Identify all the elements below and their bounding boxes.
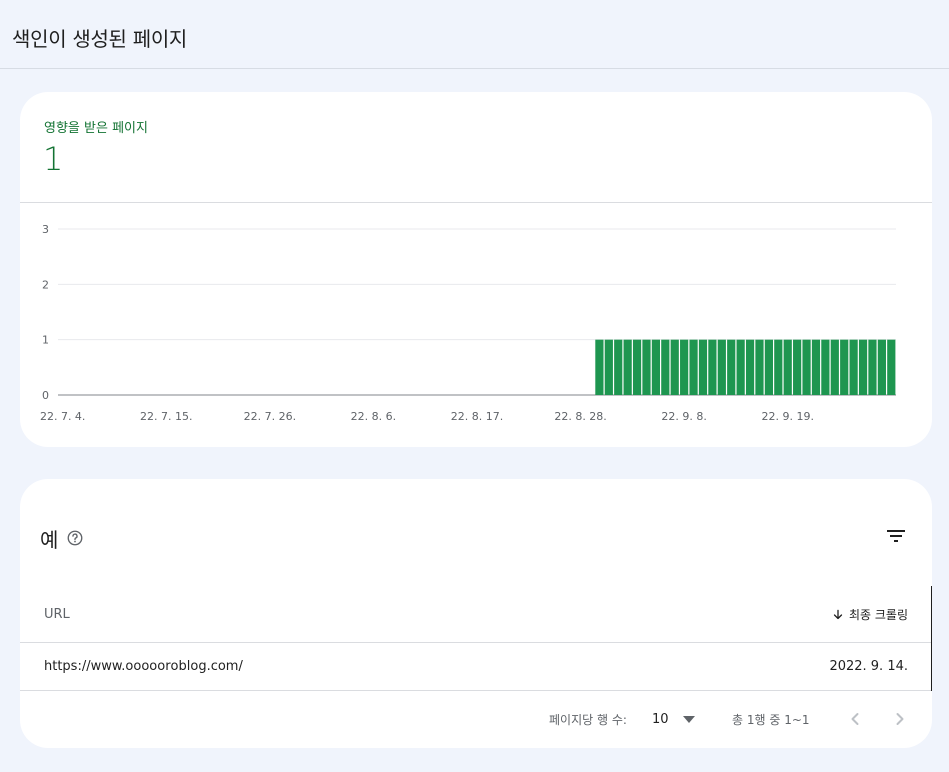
chart-bar [745,339,755,395]
x-tick-label: 22. 8. 6. [351,410,396,423]
y-tick-label: 3 [42,223,49,236]
chart-bar [736,339,745,395]
chart-bar [840,339,849,395]
chart-bar [698,339,708,395]
rows-per-page-select[interactable]: 10 [652,709,698,729]
chart-bar [689,339,698,395]
chevron-right-icon[interactable] [888,707,912,731]
column-header-last-crawl[interactable]: 최종 크롤링 [831,606,908,623]
chart-bar [708,339,717,395]
x-tick-label: 22. 7. 26. [244,410,296,423]
affected-pages-label: 영향을 받은 페이지 [44,121,148,136]
row-last-crawl: 2022. 9. 14. [829,659,908,674]
chart-bar [727,339,736,395]
y-tick-label: 1 [42,334,49,347]
chart-bar [793,339,802,395]
chart-bar [623,339,632,395]
summary-card: 영향을 받은 페이지 1 0 1 2 3 22. 7. 4. 22. 7. 15. 22. … [20,92,932,447]
chart-bar [849,339,858,395]
caret-down-icon [683,716,695,723]
chart-bar [755,339,764,395]
table-row[interactable]: https://www.ooooorоblog.com/ 2022. 9. 14… [20,643,932,691]
table-scroll-edge [931,586,932,691]
chart-bar [802,339,811,395]
y-tick-label: 0 [42,389,49,402]
chart-bar [680,339,689,395]
chart-bar [811,339,821,395]
chart-bar [604,339,613,395]
indexed-pages-chart: 0 1 2 3 22. 7. 4. 22. 7. 15. 22. 7. 26. 22. 8. … [20,203,932,447]
x-tick-label: 22. 8. 28. [554,410,606,423]
chart-bar [632,339,642,395]
chart-bar [868,339,877,395]
help-circle-icon[interactable] [66,529,84,547]
chart-bar [774,339,783,395]
chart-bar [651,339,661,395]
x-tick-label: 22. 8. 17. [451,410,503,423]
y-tick-label: 2 [42,278,49,291]
chart-bar [887,339,896,395]
page-range-text: 총 1행 중 1~1 [732,713,810,727]
chart-bar [642,339,651,395]
chart-bar [595,339,604,395]
chart-bar [821,339,830,395]
examples-title: 예 [40,528,59,552]
chart-bar [717,339,726,395]
pagination: 페이지당 행 수: 10 총 1행 중 1~1 [20,691,932,748]
chart-bar [830,339,839,395]
column-header-url: URL [44,607,70,622]
arrow-down-icon [833,609,843,619]
x-tick-label: 22. 9. 8. [661,410,706,423]
chart-bar [877,339,886,395]
filter-icon[interactable] [884,524,908,548]
examples-card: 예 URL 최종 크롤링 https://www.ooooorоblog.com… [20,479,932,748]
x-tick-label: 22. 7. 15. [140,410,192,423]
affected-pages-count: 1 [43,140,64,178]
rows-per-page-label: 페이지당 행 수: [549,713,627,727]
chart-bar [670,339,679,395]
chart-bar [858,339,868,395]
page-header: 색인이 생성된 페이지 [0,0,949,69]
table-header: URL 최종 크롤링 [20,586,932,643]
page-title: 색인이 생성된 페이지 [12,27,188,51]
x-tick-label: 22. 7. 4. [40,410,85,423]
column-header-last-crawl-label: 최종 크롤링 [848,608,908,622]
row-url[interactable]: https://www.ooooorоblog.com/ [44,659,243,674]
chart-bar [661,339,670,395]
chart-bar [614,339,623,395]
chart-bar [783,339,792,395]
x-tick-label: 22. 9. 19. [761,410,813,423]
chart-svg: 0 1 2 3 22. 7. 4. 22. 7. 15. 22. 7. 26. 22. 8. … [40,223,896,423]
chevron-left-icon[interactable] [843,707,867,731]
chart-bar [764,339,773,395]
rows-per-page-value: 10 [652,711,669,727]
